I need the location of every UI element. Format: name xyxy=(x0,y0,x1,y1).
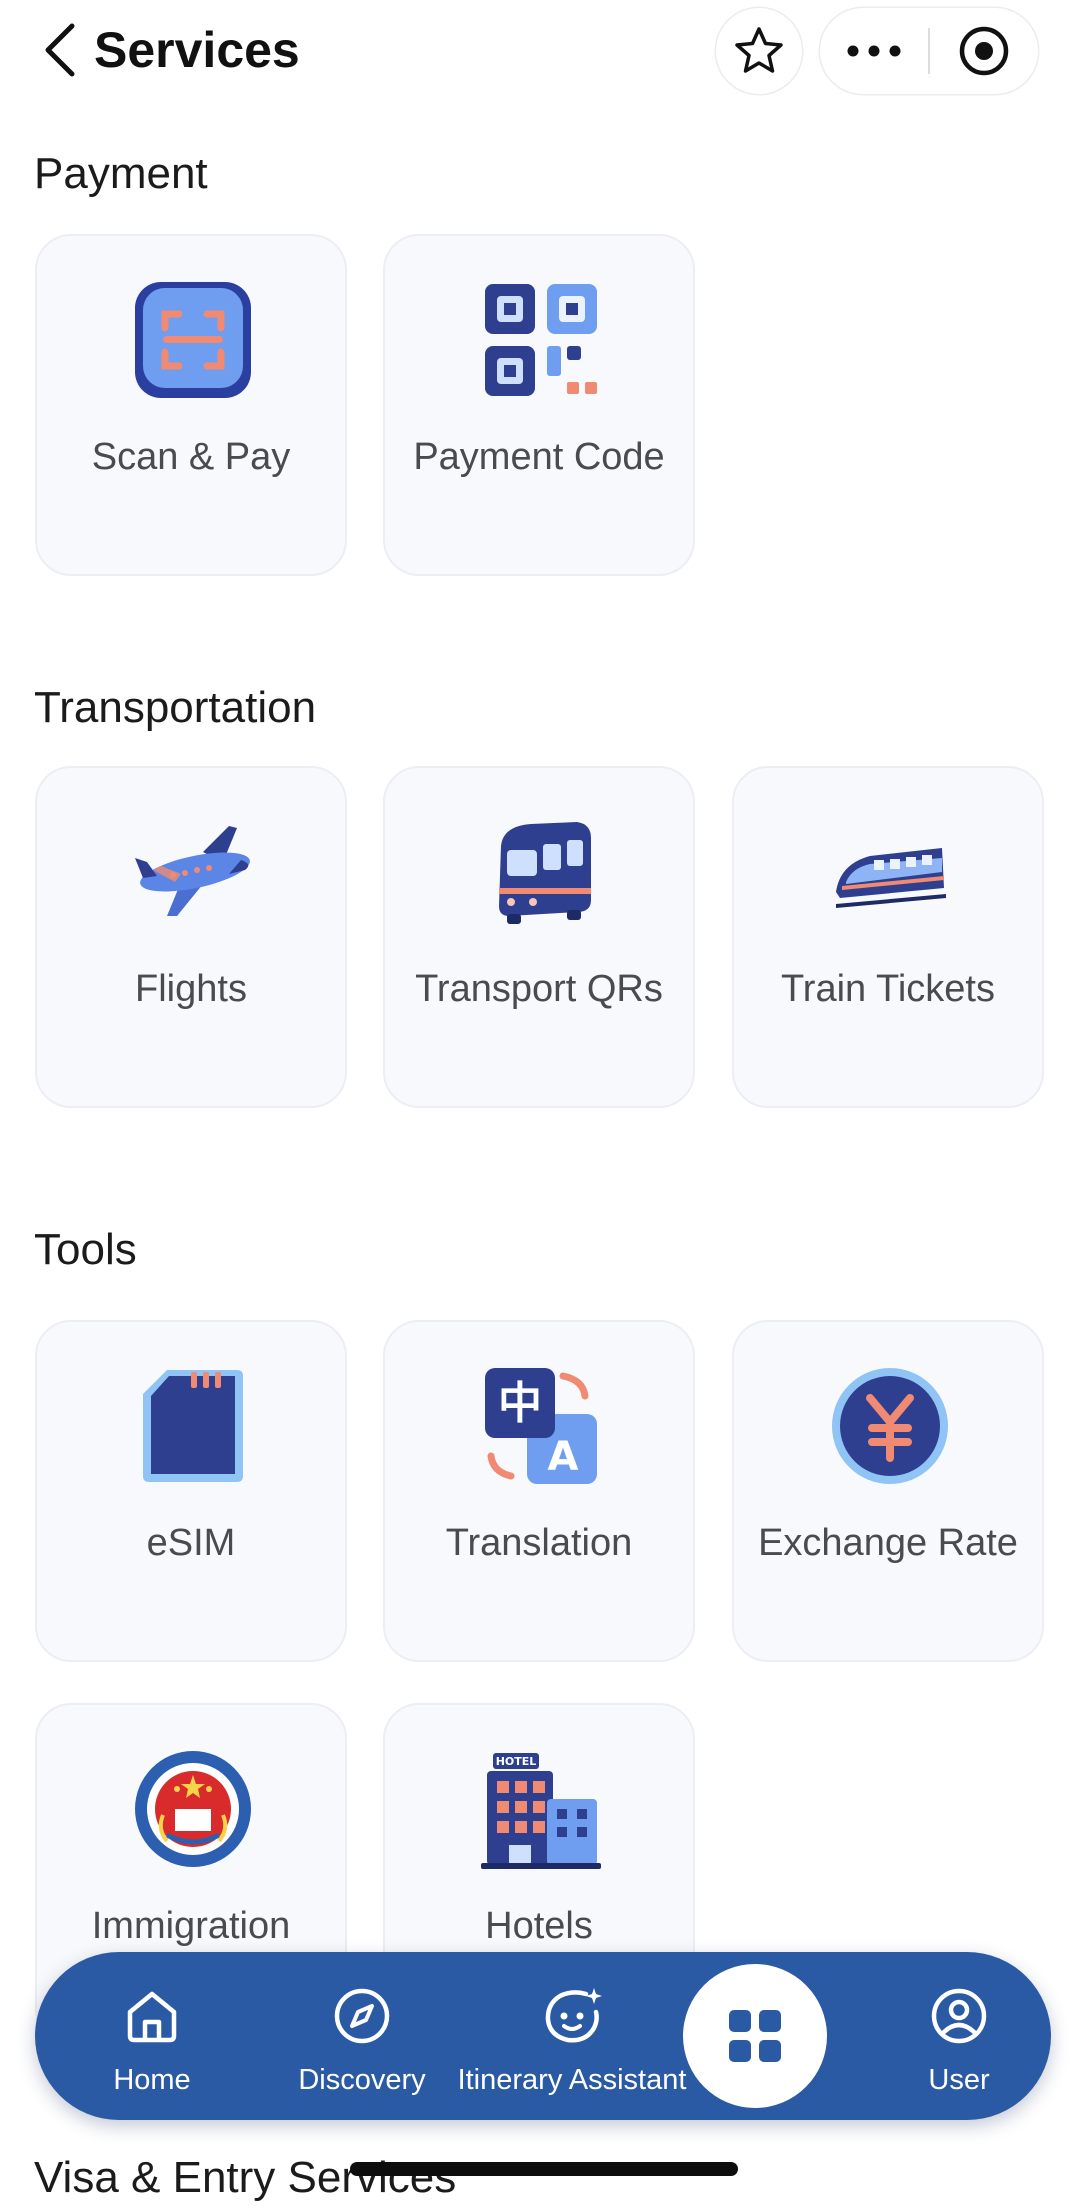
service-card-transport-qrs[interactable]: Transport QRs xyxy=(383,766,695,1108)
yuan-coin-icon xyxy=(832,1368,948,1484)
nav-item-services-active[interactable] xyxy=(683,1964,827,2108)
nav-label-user: User xyxy=(928,2064,990,2096)
service-label: Train Tickets xyxy=(781,968,995,1010)
sim-card-icon xyxy=(143,1370,243,1482)
star-icon xyxy=(735,27,783,73)
train-icon xyxy=(836,848,946,908)
svg-text:HOTEL: HOTEL xyxy=(496,1755,537,1768)
service-label: Payment Code xyxy=(413,436,665,478)
section-title-transportation: Transportation xyxy=(34,683,317,732)
translate-icon: 中 A xyxy=(485,1368,597,1484)
compass-icon xyxy=(334,1988,390,2044)
nav-item-home[interactable]: Home xyxy=(47,1952,257,2120)
page-title: Services xyxy=(94,22,300,78)
nav-label-itinerary-assistant: Itinerary Assistant xyxy=(457,2064,687,2096)
service-card-payment-code[interactable]: Payment Code xyxy=(383,234,695,576)
scan-icon xyxy=(135,282,251,398)
header-bar: Services xyxy=(0,0,1080,100)
service-label: Hotels xyxy=(485,1905,593,1947)
chevron-left-icon xyxy=(45,23,75,77)
target-circle-icon xyxy=(959,26,1009,76)
subway-icon xyxy=(499,822,591,924)
hotel-icon: HOTEL xyxy=(481,1753,601,1869)
service-label: Transport QRs xyxy=(415,968,663,1010)
qr-code-icon xyxy=(485,284,597,396)
home-indicator xyxy=(350,2162,738,2176)
section-title-tools: Tools xyxy=(34,1225,137,1274)
close-mini-program-button[interactable] xyxy=(930,8,1038,94)
nav-item-discovery[interactable]: Discovery xyxy=(257,1952,467,2120)
more-button[interactable] xyxy=(820,8,928,94)
svg-text:A: A xyxy=(548,1434,579,1480)
service-label: eSIM xyxy=(146,1522,236,1564)
airplane-icon xyxy=(135,826,250,916)
grid-apps-icon xyxy=(729,2010,781,2062)
service-card-flights[interactable]: Flights xyxy=(35,766,347,1108)
service-label: Translation xyxy=(445,1522,633,1564)
immigration-emblem-icon xyxy=(135,1751,251,1867)
service-label: Flights xyxy=(135,968,247,1010)
back-button[interactable] xyxy=(38,18,88,82)
bottom-navigation-bar: Home Discovery Itinerary Assistant User xyxy=(35,1952,1051,2120)
assistant-bot-icon xyxy=(545,1988,602,2043)
service-label: Immigration xyxy=(91,1905,291,1947)
service-card-exchange-rate[interactable]: Exchange Rate xyxy=(732,1320,1044,1662)
section-title-payment: Payment xyxy=(34,149,208,198)
service-label: Scan & Pay xyxy=(91,436,291,478)
nav-item-itinerary-assistant[interactable]: Itinerary Assistant xyxy=(458,1952,686,2120)
section-title-visa-entry: Visa & Entry Services xyxy=(34,2153,457,2202)
favorite-button[interactable] xyxy=(716,8,802,94)
service-label: Exchange Rate xyxy=(758,1522,1018,1564)
service-card-scan-pay[interactable]: Scan & Pay xyxy=(35,234,347,576)
service-card-esim[interactable]: eSIM xyxy=(35,1320,347,1662)
service-card-train-tickets[interactable]: Train Tickets xyxy=(732,766,1044,1108)
service-card-translation[interactable]: 中 A Translation xyxy=(383,1320,695,1662)
mini-program-capsule xyxy=(820,8,1038,94)
user-icon xyxy=(931,1988,987,2044)
svg-text:中: 中 xyxy=(498,1378,542,1429)
nav-item-user[interactable]: User xyxy=(854,1952,1064,2120)
more-dots-icon xyxy=(847,45,901,57)
home-icon xyxy=(127,1991,177,2043)
